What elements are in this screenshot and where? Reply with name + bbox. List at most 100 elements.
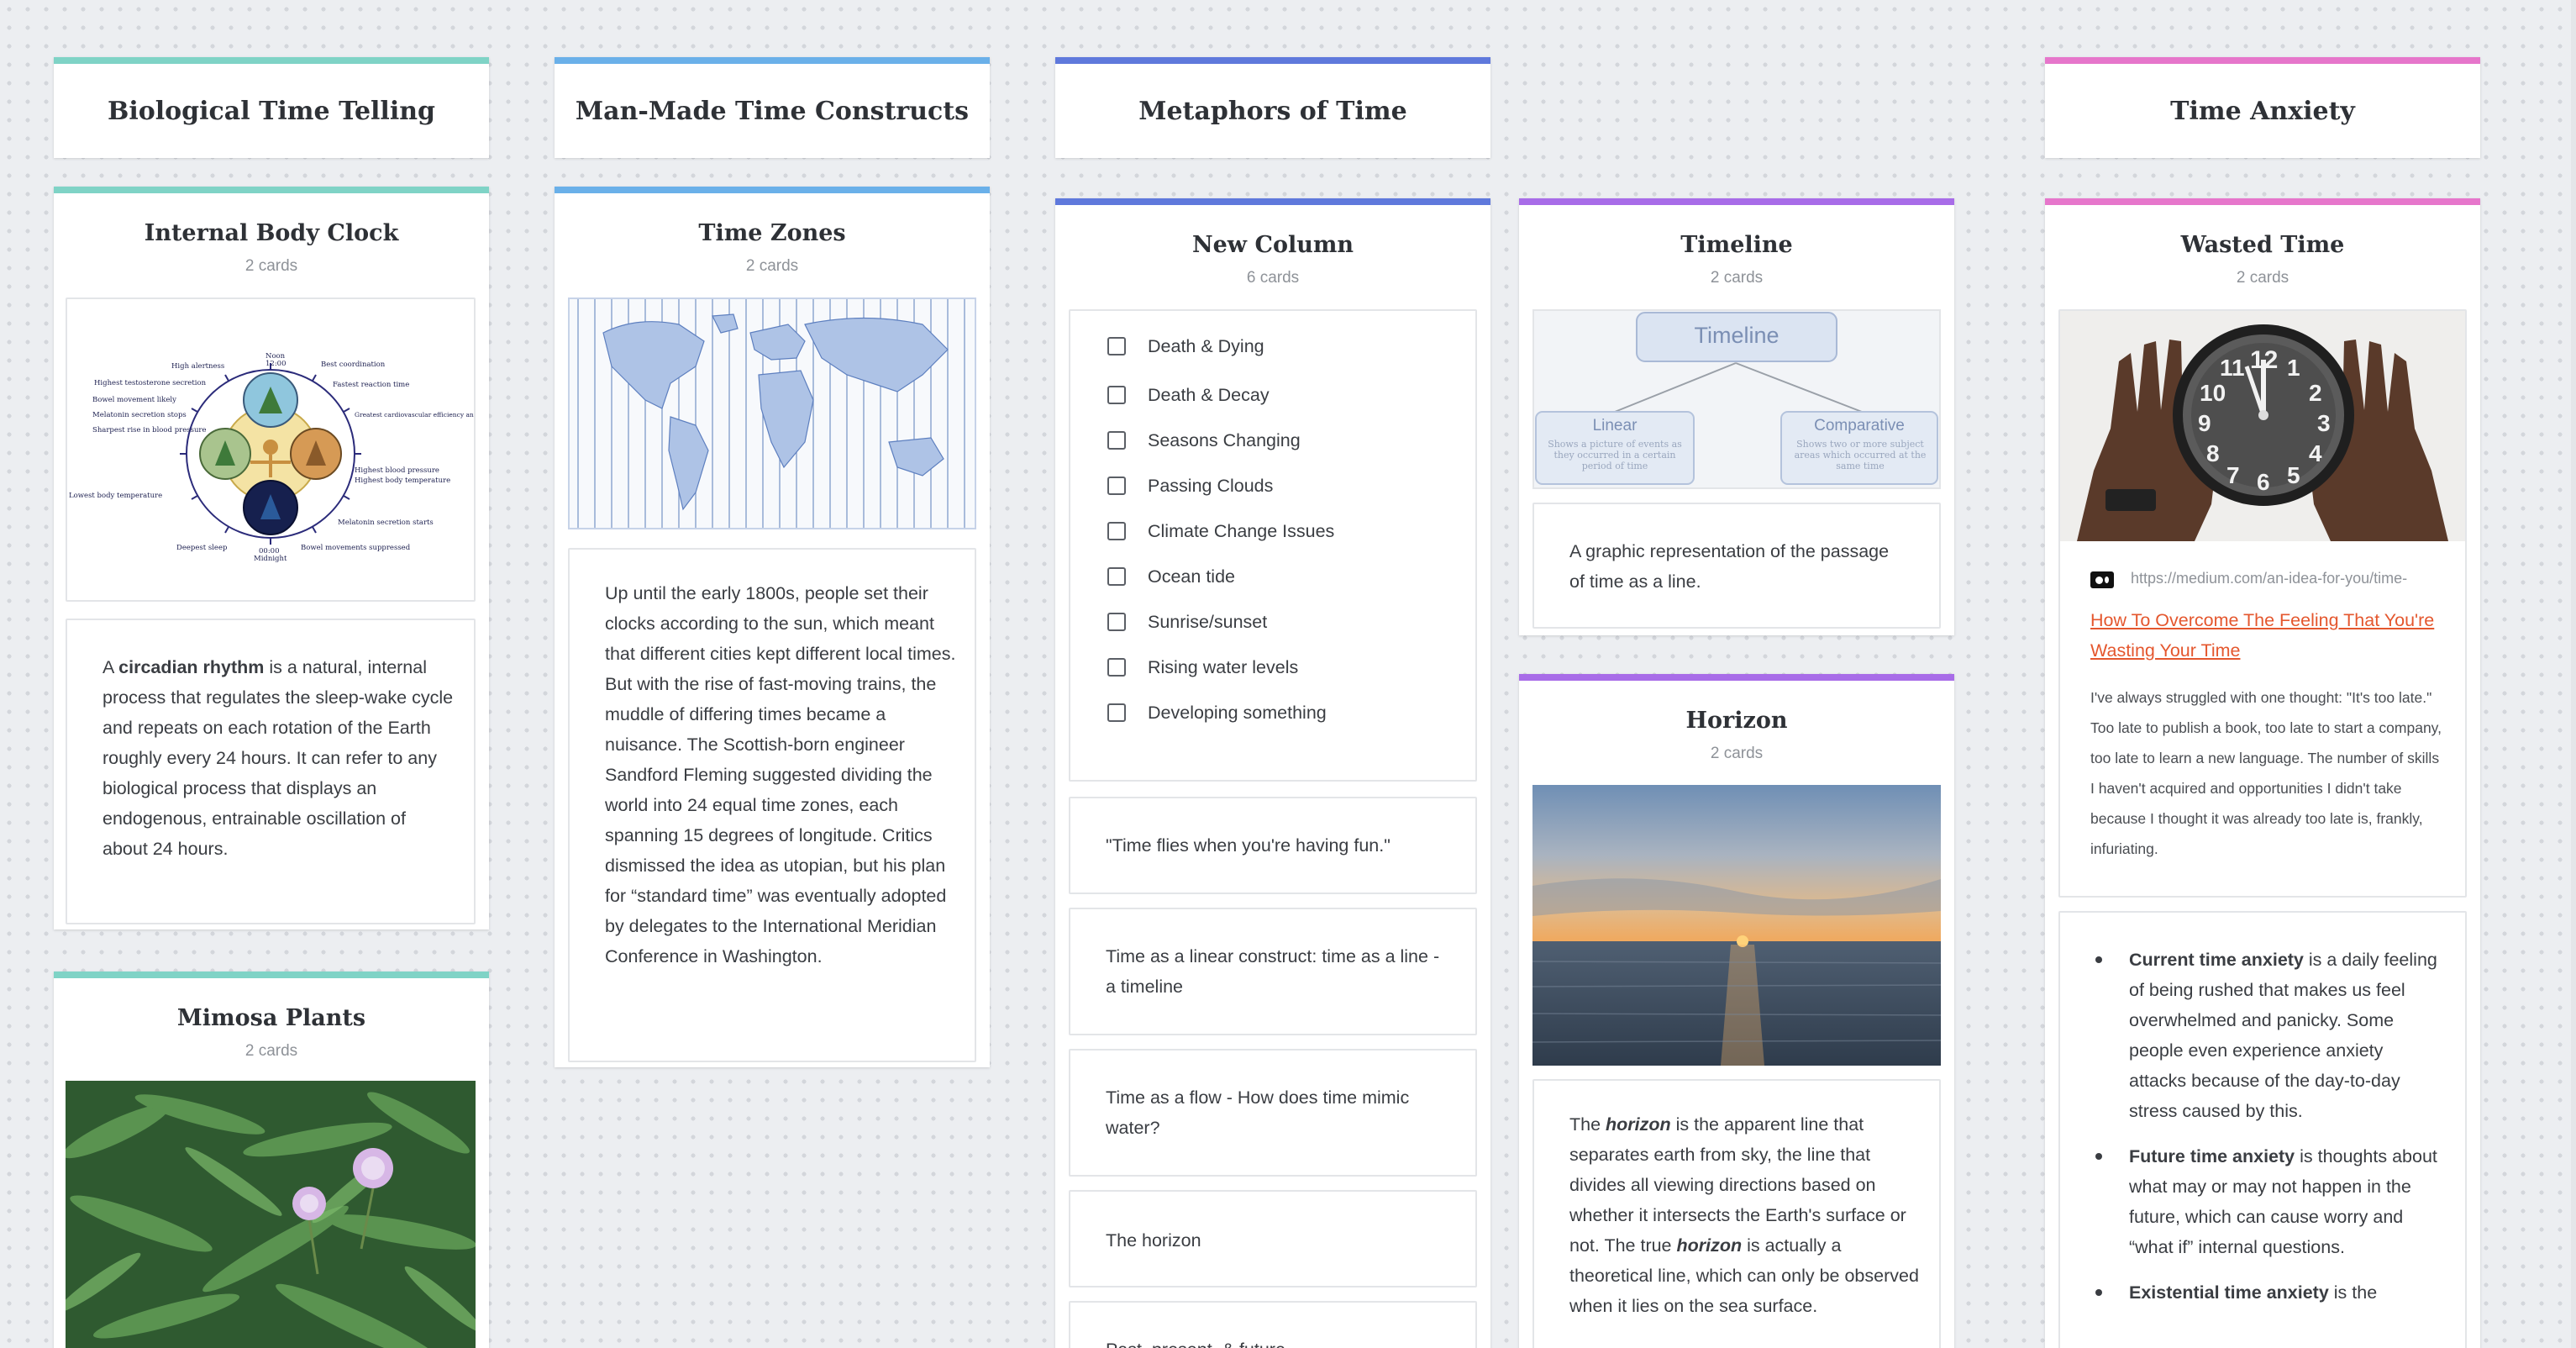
checklist-item[interactable]: Ocean tide bbox=[1107, 560, 1235, 593]
card-count: 2 cards bbox=[1710, 745, 1764, 762]
diagram-label-noon-time: 12:00 bbox=[265, 360, 287, 368]
timeline-text-card[interactable]: A graphic representation of the passage … bbox=[1532, 503, 1941, 629]
column-header-manmade[interactable]: Man-Made Time Constructs bbox=[555, 57, 990, 158]
checklist-item[interactable]: Death & Decay bbox=[1107, 378, 1270, 412]
diagram-label-cardio: Greatest cardiovascular efficiency and m… bbox=[355, 411, 474, 419]
time-zones-text: Up until the early 1800s, people set the… bbox=[605, 583, 956, 966]
bullet-term: Current time anxiety bbox=[2129, 950, 2304, 970]
checkbox[interactable] bbox=[1107, 522, 1126, 540]
checklist-label: Death & Decay bbox=[1148, 384, 1270, 405]
timeline-diagram-title: Timeline bbox=[1694, 323, 1780, 348]
note-card[interactable]: Time as a flow - How does time mimic wat… bbox=[1069, 1049, 1477, 1177]
note-text: Past, present, & future bbox=[1106, 1335, 1459, 1348]
timeline-comparative-label: Comparative bbox=[1814, 417, 1905, 434]
column-horizon[interactable]: Horizon 2 cards The horizon is the appar… bbox=[1519, 674, 1954, 1348]
column-internal-body-clock[interactable]: Internal Body Clock 2 cards Noon 12:00 H… bbox=[54, 187, 489, 929]
checklist-item[interactable]: Climate Change Issues bbox=[1107, 514, 1334, 548]
text-rest: is a natural, internal process that regu… bbox=[103, 657, 454, 859]
horizon-text: The horizon is the apparent line that se… bbox=[1569, 1109, 1921, 1321]
bullet-existential-anxiety: Existential time anxiety is the bbox=[2089, 1277, 2442, 1308]
checklist-label: Climate Change Issues bbox=[1148, 520, 1335, 541]
checklist-item[interactable]: Passing Clouds bbox=[1107, 469, 1273, 503]
checklist-item[interactable]: Rising water levels bbox=[1107, 650, 1298, 684]
link-url[interactable]: https://medium.com/an-idea-for-you/time- bbox=[2131, 570, 2458, 587]
card-count: 2 cards bbox=[244, 1042, 298, 1060]
checklist-item[interactable]: Seasons Changing bbox=[1107, 424, 1301, 457]
note-text: Time as a linear construct: time as a li… bbox=[1106, 946, 1440, 997]
checkbox[interactable] bbox=[1107, 477, 1126, 495]
clock-number: 9 bbox=[2198, 410, 2211, 436]
clock-number: 3 bbox=[2317, 410, 2331, 436]
diagram-label-high-alertness: High alertness bbox=[171, 362, 224, 371]
note-card[interactable]: The horizon bbox=[1069, 1190, 1477, 1287]
checkbox[interactable] bbox=[1107, 337, 1126, 355]
checklist-label: Seasons Changing bbox=[1148, 429, 1301, 450]
note-card[interactable]: Past, present, & future bbox=[1069, 1301, 1477, 1348]
vertical-scrollbar[interactable] bbox=[2571, 0, 2576, 1348]
note-card[interactable]: Time as a linear construct: time as a li… bbox=[1069, 908, 1477, 1035]
diagram-label-highest-bp: Highest blood pressure bbox=[355, 466, 439, 475]
world-map bbox=[570, 299, 975, 528]
horizon-image[interactable] bbox=[1532, 785, 1941, 1066]
checkbox[interactable] bbox=[1107, 386, 1126, 404]
checklist-item[interactable]: Death & Dying bbox=[1107, 329, 1264, 363]
checklist-card[interactable]: Death & Dying Death & Decay Seasons Chan… bbox=[1069, 309, 1477, 782]
checklist-item[interactable]: Developing something bbox=[1107, 696, 1327, 729]
card-count: 6 cards bbox=[1246, 269, 1300, 287]
link-title[interactable]: How To Overcome The Feeling That You're … bbox=[2090, 605, 2435, 666]
column-header-anxiety[interactable]: Time Anxiety bbox=[2045, 57, 2480, 158]
checklist-label: Developing something bbox=[1148, 702, 1327, 723]
column-title: Wasted Time bbox=[2180, 232, 2345, 258]
column-wasted-time[interactable]: Wasted Time 2 cards 12 1 2 3 4 5 6 7 8 9… bbox=[2045, 198, 2480, 1348]
timeline-diagram[interactable]: Timeline Linear Shows a picture of event… bbox=[1532, 309, 1941, 489]
link-excerpt: I've always struggled with one thought: … bbox=[2090, 689, 2442, 857]
bullets-card[interactable]: Current time anxiety is a daily feeling … bbox=[2058, 911, 2467, 1348]
note-text: Time as a flow - How does time mimic wat… bbox=[1106, 1087, 1410, 1138]
column-title: Internal Body Clock bbox=[144, 220, 399, 246]
horizon-term: horizon bbox=[1606, 1114, 1671, 1135]
circadian-text-card[interactable]: A circadian rhythm is a natural, interna… bbox=[66, 619, 476, 924]
circadian-diagram-card[interactable]: Noon 12:00 High alertness Best coordinat… bbox=[66, 298, 476, 602]
checklist-item[interactable]: Sunrise/sunset bbox=[1107, 605, 1267, 639]
checkbox[interactable] bbox=[1107, 613, 1126, 631]
anxiety-bullet-list: Current time anxiety is a daily feeling … bbox=[2089, 945, 2442, 1323]
link-card[interactable]: 12 1 2 3 4 5 6 7 8 9 10 11 https://mediu… bbox=[2058, 309, 2467, 898]
circadian-term: circadian rhythm bbox=[118, 657, 265, 677]
link-preview-image[interactable]: 12 1 2 3 4 5 6 7 8 9 10 11 bbox=[2060, 311, 2465, 541]
mimosa-image[interactable] bbox=[66, 1081, 476, 1348]
horizon-text-card[interactable]: The horizon is the apparent line that se… bbox=[1532, 1079, 1941, 1348]
column-header-biological[interactable]: Biological Time Telling bbox=[54, 57, 489, 158]
checkbox[interactable] bbox=[1107, 703, 1126, 722]
column-mimosa-plants[interactable]: Mimosa Plants 2 cards bbox=[54, 972, 489, 1348]
horizon-term: horizon bbox=[1676, 1235, 1743, 1256]
diagram-label-melatonin-stops: Melatonin secretion stops bbox=[92, 411, 187, 419]
diagram-label-lowest-temp: Lowest body temperature bbox=[69, 492, 162, 500]
column-time-zones[interactable]: Time Zones 2 cards Up until the early 18… bbox=[555, 187, 990, 1067]
card-count: 2 cards bbox=[2236, 269, 2289, 287]
time-zones-text-card[interactable]: Up until the early 1800s, people set the… bbox=[568, 548, 976, 1062]
note-text: The horizon bbox=[1106, 1230, 1201, 1251]
column-new-column[interactable]: New Column 6 cards Death & Dying Death &… bbox=[1055, 198, 1490, 1348]
bullet-text: is the bbox=[2328, 1282, 2378, 1303]
bullet-future-anxiety: Future time anxiety is thoughts about wh… bbox=[2089, 1141, 2442, 1262]
note-card[interactable]: "Time flies when you're having fun." bbox=[1069, 797, 1477, 894]
medium-icon bbox=[2090, 571, 2114, 588]
timeline-linear-desc: Shows a picture of events as they occurr… bbox=[1548, 439, 1682, 471]
column-title: Horizon bbox=[1685, 708, 1788, 734]
column-timeline[interactable]: Timeline 2 cards Timeline Linear Shows a… bbox=[1519, 198, 1954, 635]
checklist-label: Rising water levels bbox=[1148, 656, 1299, 677]
timeline-linear-label: Linear bbox=[1592, 417, 1638, 434]
diagram-label-midnight: Midnight bbox=[254, 555, 287, 563]
checkbox[interactable] bbox=[1107, 431, 1126, 450]
checkbox[interactable] bbox=[1107, 567, 1126, 586]
note-text: "Time flies when you're having fun." bbox=[1106, 835, 1391, 856]
checklist-label: Sunrise/sunset bbox=[1148, 611, 1268, 632]
diagram-label-deepest-sleep: Deepest sleep bbox=[176, 544, 228, 552]
text-part: The bbox=[1569, 1114, 1606, 1135]
column-header-metaphors[interactable]: Metaphors of Time bbox=[1055, 57, 1490, 158]
timeline-comparative-desc: Shows two or more subject areas which oc… bbox=[1794, 439, 1927, 471]
timeline-text: A graphic representation of the passage … bbox=[1569, 541, 1890, 592]
checkbox[interactable] bbox=[1107, 658, 1126, 677]
clock-number: 12 bbox=[2250, 346, 2279, 374]
time-zone-map[interactable] bbox=[568, 298, 976, 529]
